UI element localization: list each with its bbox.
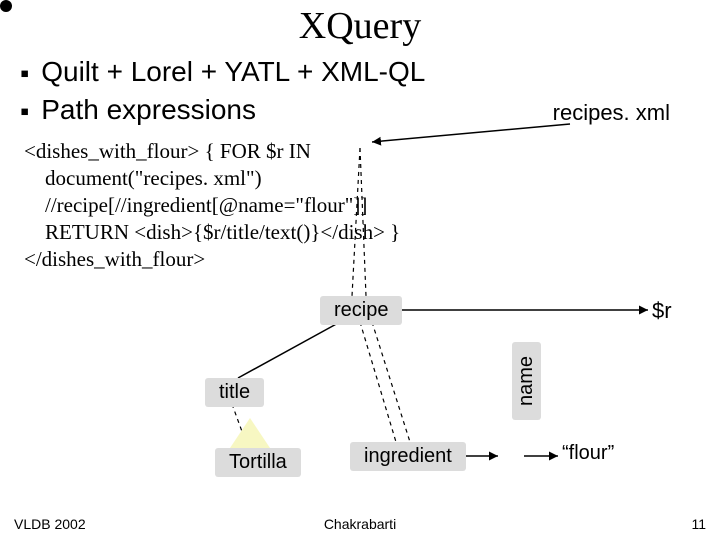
slide-number: 11 (691, 516, 706, 532)
bullet-marker-icon: ▪ (20, 94, 29, 128)
bullet-item: ▪ Quilt + Lorel + YATL + XML-QL (20, 56, 700, 90)
node-tortilla: Tortilla (215, 448, 301, 477)
node-title: title (205, 378, 264, 407)
xquery-code: <dishes_with_flour> { FOR $r IN document… (24, 138, 400, 272)
label-dollar-r: $r (652, 298, 672, 324)
node-recipe: recipe (320, 296, 402, 325)
slide-title: XQuery (0, 4, 720, 48)
footer-center: Chakrabarti (0, 516, 720, 532)
node-ingredient: ingredient (350, 442, 466, 471)
bullet-marker-icon: ▪ (20, 56, 29, 90)
label-flour: “flour” (562, 442, 614, 465)
node-name: name (512, 342, 541, 420)
label-recipes-xml: recipes. xml (553, 100, 670, 126)
bullet-text: Path expressions (41, 94, 256, 126)
bullet-text: Quilt + Lorel + YATL + XML-QL (41, 56, 425, 88)
